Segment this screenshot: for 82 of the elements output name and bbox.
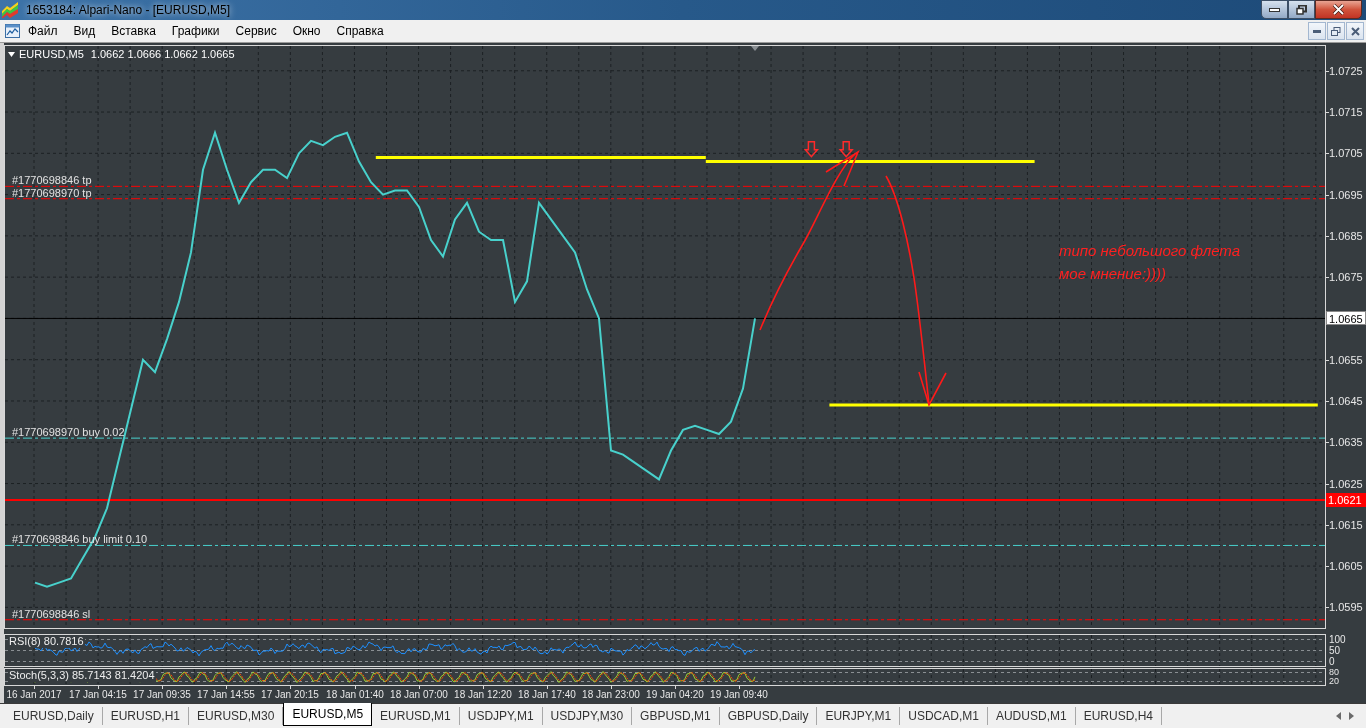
order-label: #1770698846 tp [12, 174, 92, 187]
time-axis-label: 17 Jan 04:15 [69, 689, 127, 701]
window-title: 1653184: Alpari-Nano - [EURUSD,M5] [26, 3, 231, 17]
indicator-axis-label: 0 [1329, 656, 1335, 667]
chart-tab[interactable]: EURUSD,H1 [102, 707, 190, 725]
price-axis-label: 1.0615 [1329, 518, 1363, 531]
left-triangle-icon [1336, 712, 1341, 720]
scroll-left-button[interactable] [1336, 712, 1341, 720]
ohlc-values: 1.0662 1.0666 1.0662 1.0665 [90, 48, 235, 61]
time-axis-label: 18 Jan 23:00 [582, 689, 640, 701]
chart-restore-button[interactable] [1327, 22, 1345, 40]
time-axis-label: 18 Jan 01:40 [326, 689, 384, 701]
time-axis-label: 19 Jan 09:40 [710, 689, 768, 701]
time-axis-label: 19 Jan 04:20 [646, 689, 704, 701]
scroll-right-button[interactable] [1349, 712, 1354, 720]
close-icon [1350, 26, 1360, 36]
minimize-icon [1313, 29, 1321, 33]
menu-item[interactable]: Файл [20, 20, 66, 42]
minimize-button[interactable] [1261, 0, 1288, 19]
price-axis-label: 1.0675 [1329, 271, 1363, 284]
chart-tab[interactable]: EURUSD,M1 [372, 707, 460, 725]
menu-item[interactable]: Вставка [103, 20, 164, 42]
chart-tab[interactable]: GBPUSD,Daily [719, 707, 818, 725]
chart-tab[interactable]: EURUSD,H4 [1075, 707, 1162, 725]
chart-minimize-button[interactable] [1308, 22, 1326, 40]
price-tag: 1.0621 [1326, 493, 1366, 508]
price-axis-label: 1.0635 [1329, 436, 1363, 449]
chart-window-icon [5, 24, 20, 38]
price-axis-label: 1.0715 [1329, 106, 1363, 119]
price-axis-label: 1.0595 [1329, 601, 1363, 614]
chart-tab[interactable]: USDJPY,M30 [542, 707, 633, 725]
menu-item[interactable]: Вид [65, 20, 104, 42]
price-axis-label: 1.0705 [1329, 147, 1363, 160]
handwritten-note: мое мнение:)))) [1059, 265, 1167, 283]
time-axis-label: 18 Jan 17:40 [518, 689, 576, 701]
handwritten-note: типо небольшого флета [1059, 242, 1241, 260]
right-triangle-icon [1349, 712, 1354, 720]
indicator-axis-label: 20 [1329, 677, 1339, 686]
time-axis-label: 17 Jan 20:15 [261, 689, 319, 701]
app-logo-icon [2, 2, 18, 18]
price-axis-label: 1.0695 [1329, 188, 1363, 201]
order-label: #1770698970 buy 0.02 [12, 426, 125, 439]
menu-item[interactable]: Справка [328, 20, 392, 42]
indicator-axis-label: 80 [1329, 668, 1339, 677]
menu-item[interactable]: Сервис [227, 20, 285, 42]
chart-tab[interactable]: GBPUSD,M1 [632, 707, 720, 725]
order-label: #1770698846 sl [12, 607, 91, 620]
restore-icon [1296, 4, 1307, 15]
time-axis-label: 16 Jan 2017 [6, 689, 62, 701]
chart-tab[interactable]: EURUSD,Daily [5, 707, 103, 725]
minimize-icon [1269, 7, 1280, 12]
price-axis-label: 1.0605 [1329, 560, 1363, 573]
menu-item[interactable]: Окно [284, 20, 329, 42]
chart-tab[interactable]: AUDUSD,M1 [987, 707, 1076, 725]
menu-item[interactable]: Графики [163, 20, 228, 42]
indicator-axis-label: 100 [1329, 634, 1346, 645]
time-axis-label: 18 Jan 12:20 [454, 689, 512, 701]
chart-tab[interactable]: EURUSD,M5 [283, 703, 373, 726]
chart-tab[interactable]: EURJPY,M1 [817, 707, 901, 725]
restore-icon [1331, 26, 1341, 36]
indicator-label: RSI(8) 80.7816 [8, 635, 85, 648]
close-icon [1332, 4, 1345, 15]
price-axis-label: 1.0655 [1329, 353, 1363, 366]
indicator-axis-label: 50 [1329, 645, 1341, 656]
shift-marker-icon [751, 46, 759, 51]
price-axis-label: 1.0725 [1329, 64, 1363, 77]
price-axis-label: 1.0645 [1329, 394, 1363, 407]
chart-symbol: EURUSD,M5 [19, 48, 84, 61]
chart-tab[interactable]: USDJPY,M1 [459, 707, 543, 725]
chart-close-button[interactable] [1346, 22, 1364, 40]
close-button[interactable] [1315, 0, 1362, 19]
dropdown-triangle-icon [8, 52, 15, 57]
time-axis-label: 18 Jan 07:00 [390, 689, 448, 701]
price-axis-label: 1.0685 [1329, 229, 1363, 242]
indicator-label: Stoch(5,3,3) 85.7143 81.4204 [8, 669, 156, 682]
time-axis-label: 17 Jan 09:35 [133, 689, 191, 701]
price-tag: 1.0665 [1326, 311, 1366, 326]
order-label: #1770698970 tp [12, 186, 92, 199]
price-axis-label: 1.0625 [1329, 477, 1363, 490]
chart-tab[interactable]: USDCAD,M1 [900, 707, 988, 725]
maximize-button[interactable] [1288, 0, 1315, 19]
time-axis-label: 17 Jan 14:55 [197, 689, 255, 701]
